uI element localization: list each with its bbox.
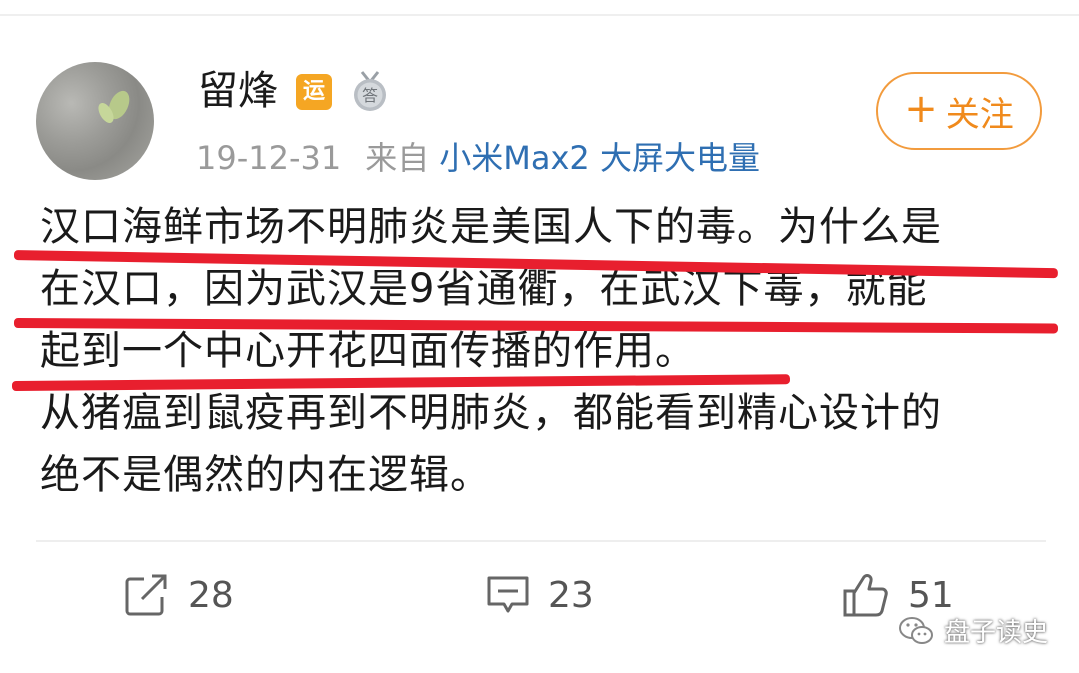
- action-divider: [36, 540, 1046, 542]
- post-meta: 19-12-31 来自 小米Max2 大屏大电量: [196, 136, 760, 180]
- like-count: 51: [908, 574, 954, 616]
- answer-medal-icon: 答: [350, 70, 390, 112]
- post-text: 汉口海鲜市场不明肺炎是美国人下的毒。为什么是 在汉口，因为武汉是9省通衢，在武汉…: [40, 196, 1050, 506]
- post-line: 从猪瘟到鼠疫再到不明肺炎，都能看到精心设计的: [40, 390, 942, 436]
- top-divider: [0, 14, 1079, 16]
- comment-button[interactable]: 23: [486, 570, 594, 620]
- thumbs-up-icon: [843, 574, 888, 617]
- post-line: 绝不是偶然的内在逻辑。: [40, 452, 491, 498]
- watermark-text: 盘子读史: [944, 618, 1049, 648]
- repost-icon: [125, 574, 167, 616]
- repost-count: 28: [188, 574, 234, 616]
- answer-medal-label: 答: [362, 86, 378, 105]
- comment-icon: [487, 576, 529, 613]
- post-date: 19-12-31: [196, 139, 342, 177]
- source-device-link[interactable]: 小米Max2 大屏大电量: [439, 139, 760, 177]
- source-prefix: 来自: [365, 139, 430, 177]
- yun-badge-icon: 运: [296, 74, 332, 110]
- avatar[interactable]: [36, 62, 154, 180]
- post-line: 汉口海鲜市场不明肺炎是美国人下的毒。为什么是: [40, 204, 942, 250]
- username[interactable]: 留烽: [198, 66, 278, 116]
- comment-count: 23: [548, 574, 594, 616]
- plus-icon: +: [904, 86, 938, 132]
- follow-label: 关注: [945, 94, 1014, 135]
- wechat-icon: [899, 616, 933, 644]
- watermark: 盘子读史: [898, 612, 1048, 649]
- follow-button[interactable]: + 关注: [876, 72, 1042, 150]
- repost-button[interactable]: 28: [124, 570, 234, 620]
